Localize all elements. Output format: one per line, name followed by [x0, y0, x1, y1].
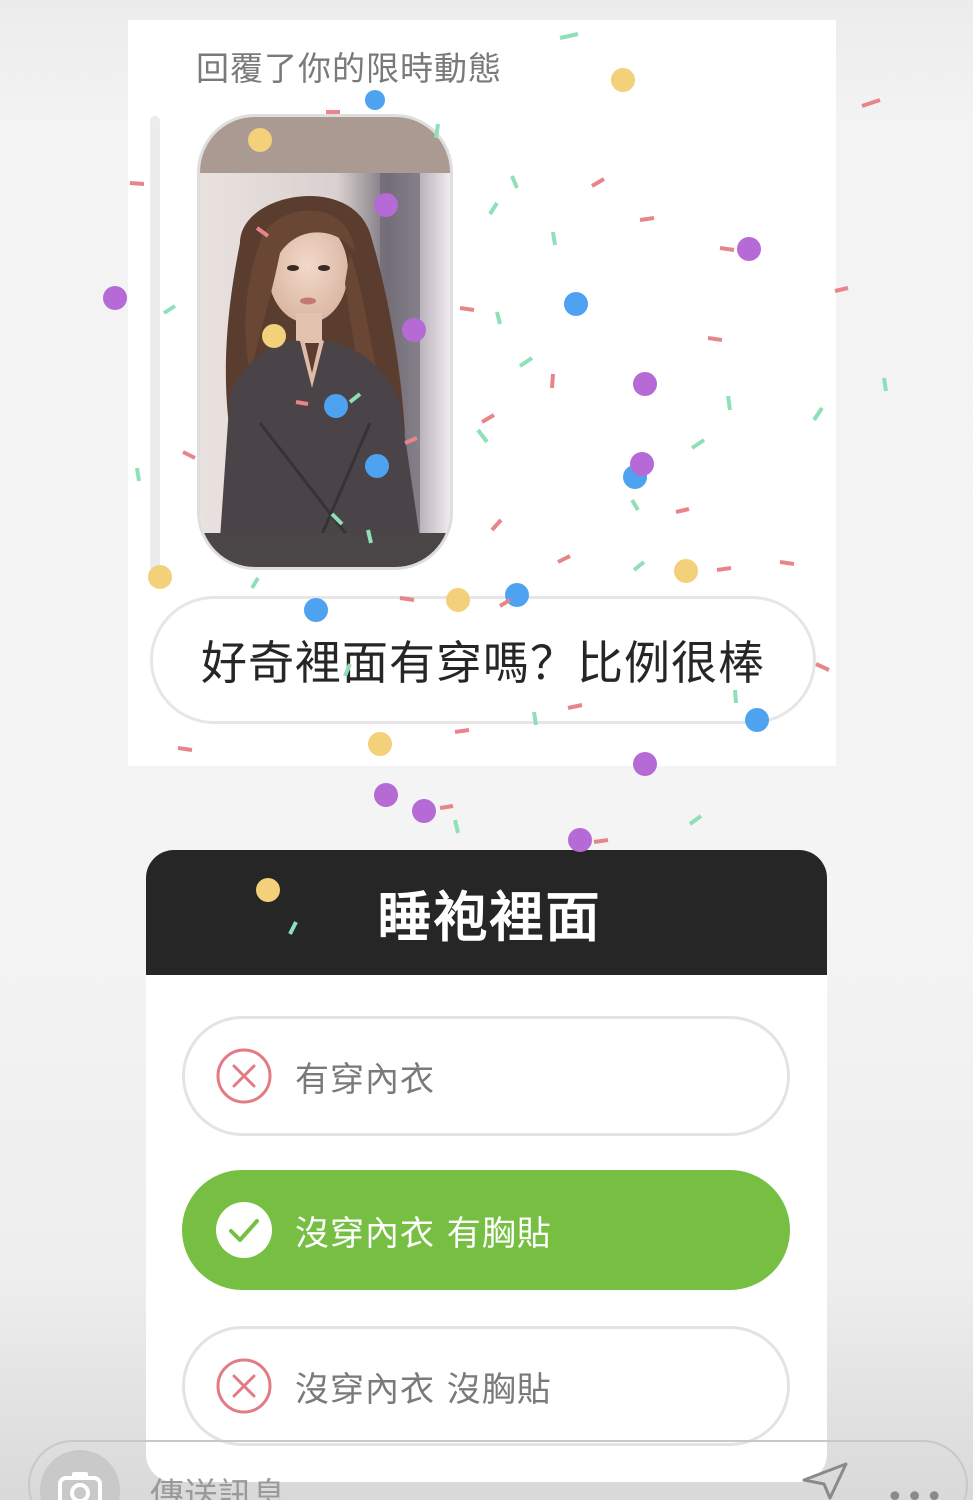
- quiz-option-3[interactable]: 沒穿內衣 沒胸貼: [182, 1326, 790, 1446]
- quiz-option-label: 沒穿內衣 沒胸貼: [295, 1369, 552, 1410]
- quiz-sticker: 睡袍裡面 有穿內衣 沒穿內衣 有胸貼 沒穿內衣 沒胸貼: [146, 850, 827, 1482]
- story-thumbnail-top-band: [200, 117, 450, 173]
- quiz-option-1[interactable]: 有穿內衣: [182, 1016, 790, 1136]
- quote-bar: [150, 116, 160, 572]
- wrong-x-icon: [216, 1358, 272, 1414]
- check-icon: [216, 1202, 272, 1258]
- quiz-question: 睡袍裡面: [377, 886, 602, 949]
- message-placeholder: 傳送訊息: [150, 1476, 286, 1500]
- story-photo: [200, 173, 450, 539]
- quiz-option-2[interactable]: 沒穿內衣 有胸貼: [182, 1170, 790, 1290]
- quiz-header: 睡袍裡面: [146, 850, 827, 975]
- send-icon[interactable]: [800, 1460, 850, 1500]
- more-icon[interactable]: •••: [886, 1480, 945, 1500]
- story-thumbnail-bottom-band: [200, 533, 450, 567]
- quiz-option-label: 有穿內衣: [295, 1059, 435, 1100]
- reply-label: 回覆了你的限時動態: [196, 49, 502, 88]
- quiz-option-label: 沒穿內衣 有胸貼: [295, 1213, 552, 1254]
- camera-icon: [58, 1472, 102, 1500]
- wrong-x-icon: [216, 1048, 272, 1104]
- message-bubble[interactable]: 好奇裡面有穿嗎？比例很棒: [150, 596, 816, 724]
- story-thumbnail[interactable]: [197, 114, 453, 570]
- message-text: 好奇裡面有穿嗎？比例很棒: [201, 636, 765, 690]
- camera-button[interactable]: [40, 1450, 120, 1500]
- composer-bar: 傳送訊息 •••: [0, 1440, 973, 1500]
